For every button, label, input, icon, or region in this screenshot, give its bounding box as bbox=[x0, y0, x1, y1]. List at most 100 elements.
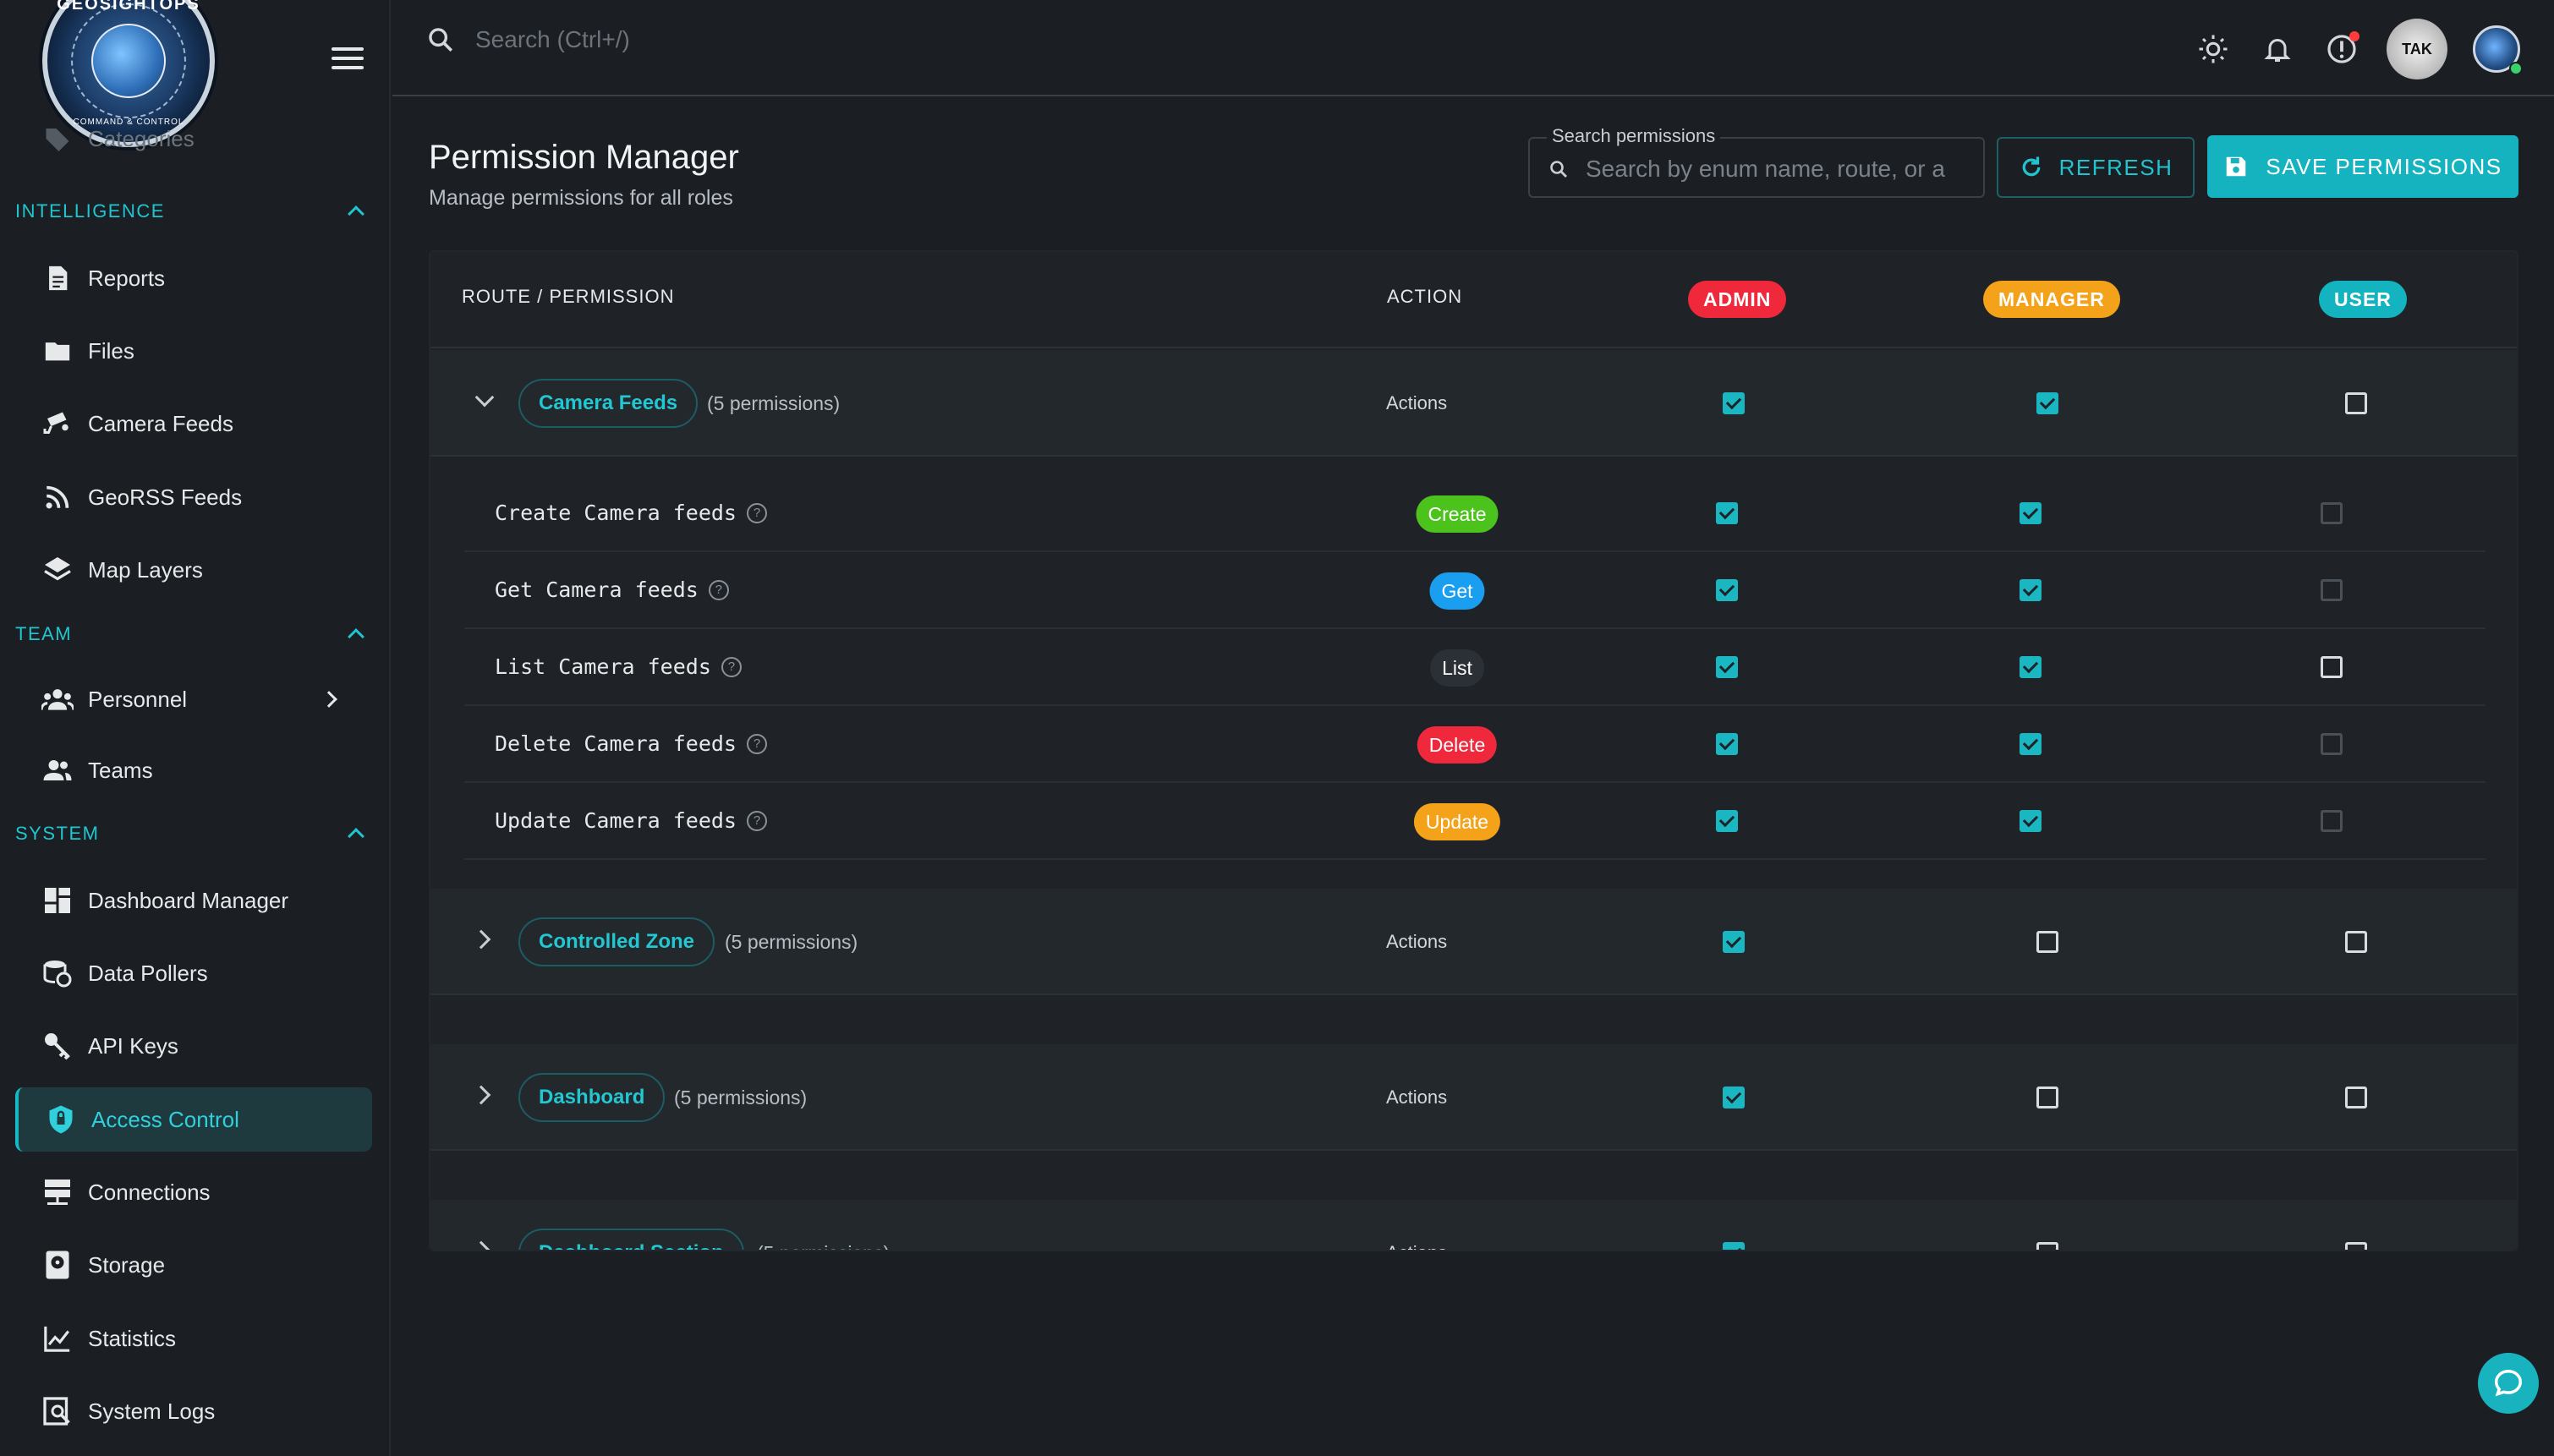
group-checkbox-manager[interactable] bbox=[2036, 392, 2058, 414]
help-icon[interactable]: ? bbox=[746, 502, 767, 523]
save-permissions-button[interactable]: SAVE PERMISSIONS bbox=[2207, 135, 2518, 198]
sidebar-item-label: API Keys bbox=[88, 1032, 178, 1059]
notifications-bell-icon[interactable] bbox=[2258, 30, 2297, 68]
permission-checkbox-user[interactable] bbox=[2321, 656, 2343, 678]
group-checkbox-user[interactable] bbox=[2345, 1087, 2367, 1108]
permission-checkbox-admin[interactable] bbox=[1716, 733, 1738, 755]
permission-checkbox-manager[interactable] bbox=[2020, 502, 2042, 524]
permission-checkbox-user[interactable] bbox=[2321, 733, 2343, 755]
sidebar-item-camera-feeds[interactable]: Camera Feeds bbox=[15, 391, 372, 456]
permission-search-field[interactable]: Search permissions Search by enum name, … bbox=[1528, 125, 1985, 198]
permission-checkbox-user[interactable] bbox=[2321, 810, 2343, 832]
chat-support-button[interactable] bbox=[2478, 1353, 2539, 1414]
top-actions: TAK bbox=[2194, 17, 2523, 81]
permission-name-text: Delete Camera feeds bbox=[495, 731, 737, 756]
refresh-icon bbox=[2022, 156, 2040, 177]
tak-label: TAK bbox=[2402, 40, 2432, 57]
sidebar-item-access-control[interactable]: Access Control bbox=[15, 1087, 372, 1152]
chevron-up-icon bbox=[348, 828, 364, 845]
sidebar-item-categories[interactable]: Categories bbox=[15, 117, 372, 161]
group-checkbox-admin[interactable] bbox=[1723, 392, 1745, 414]
save-label: SAVE PERMISSIONS bbox=[2266, 153, 2502, 179]
user-avatar[interactable] bbox=[2473, 25, 2523, 75]
permission-checkbox-user[interactable] bbox=[2321, 502, 2343, 524]
sidebar-item-map-layers[interactable]: Map Layers bbox=[15, 538, 372, 602]
refresh-button[interactable]: REFRESH bbox=[1997, 137, 2195, 198]
sidebar-item-label: Map Layers bbox=[88, 556, 203, 583]
sidebar-item-statistics[interactable]: Statistics bbox=[15, 1306, 372, 1371]
group-checkbox-user[interactable] bbox=[2345, 931, 2367, 953]
search-icon bbox=[1550, 161, 1567, 178]
sidebar-item-personnel[interactable]: Personnel bbox=[15, 667, 372, 731]
section-intelligence[interactable]: INTELLIGENCE bbox=[15, 194, 372, 228]
chevron-right-icon[interactable] bbox=[471, 1240, 491, 1250]
sidebar-item-georss-feeds[interactable]: GeoRSS Feeds bbox=[15, 465, 372, 529]
group-checkbox-manager[interactable] bbox=[2036, 931, 2058, 953]
permission-checkbox-admin[interactable] bbox=[1716, 502, 1738, 524]
group-chip[interactable]: Camera Feeds bbox=[518, 379, 699, 428]
group-chip[interactable]: Controlled Zone bbox=[518, 917, 715, 966]
chevron-down-icon[interactable] bbox=[474, 387, 495, 408]
group-count: (5 permissions) bbox=[707, 392, 841, 414]
permission-name: Get Camera feeds? bbox=[495, 577, 729, 602]
group-checkbox-admin[interactable] bbox=[1723, 1242, 1745, 1250]
help-icon[interactable]: ? bbox=[746, 733, 767, 754]
section-team[interactable]: TEAM bbox=[15, 617, 372, 651]
menu-toggle-icon[interactable] bbox=[332, 47, 364, 73]
sidebar: GEOSIGHTOPS COMMAND & CONTROL Categories… bbox=[0, 0, 391, 1456]
sidebar-item-teams[interactable]: Teams bbox=[15, 738, 372, 802]
help-icon[interactable]: ? bbox=[708, 579, 729, 600]
action-badge-get: Get bbox=[1429, 572, 1485, 610]
permission-name: List Camera feeds? bbox=[495, 654, 742, 679]
group-chip[interactable]: Dashboard Section bbox=[518, 1229, 744, 1250]
group-checkbox-user[interactable] bbox=[2345, 1242, 2367, 1250]
permission-search-input[interactable]: Search by enum name, route, or a bbox=[1548, 156, 1945, 183]
global-search[interactable]: Search (Ctrl+/) bbox=[426, 25, 630, 54]
cctv-icon bbox=[41, 407, 74, 441]
section-title: INTELLIGENCE bbox=[15, 200, 165, 222]
permission-name-text: Create Camera feeds bbox=[495, 501, 737, 525]
section-system[interactable]: SYSTEM bbox=[15, 817, 372, 851]
chevron-right-icon[interactable] bbox=[471, 1085, 491, 1105]
group-checkbox-admin[interactable] bbox=[1723, 1087, 1745, 1108]
action-badge-delete: Delete bbox=[1417, 726, 1498, 764]
group-count: (5 permissions) bbox=[725, 931, 858, 953]
column-header-action: ACTION bbox=[1387, 286, 1463, 307]
group-row-camera-feeds[interactable]: Camera Feeds (5 permissions) Actions bbox=[430, 350, 2517, 457]
logo-text-top: GEOSIGHTOPS bbox=[57, 0, 200, 14]
help-icon[interactable]: ? bbox=[721, 656, 742, 677]
sidebar-item-storage[interactable]: Storage bbox=[15, 1233, 372, 1297]
group-checkbox-admin[interactable] bbox=[1723, 931, 1745, 953]
permission-checkbox-manager[interactable] bbox=[2020, 810, 2042, 832]
sidebar-item-connections[interactable]: Connections bbox=[15, 1160, 372, 1224]
group-checkbox-manager[interactable] bbox=[2036, 1087, 2058, 1108]
chevron-right-icon[interactable] bbox=[471, 929, 491, 950]
group-row-dashboard[interactable]: Dashboard (5 permissions) Actions bbox=[430, 1044, 2517, 1151]
group-actions-label: Actions bbox=[1386, 1242, 1447, 1250]
group-checkbox-manager[interactable] bbox=[2036, 1242, 2058, 1250]
help-icon[interactable]: ? bbox=[746, 810, 767, 831]
sidebar-item-api-keys[interactable]: API Keys bbox=[15, 1014, 372, 1078]
permission-checkbox-admin[interactable] bbox=[1716, 579, 1738, 601]
sidebar-item-reports[interactable]: Reports bbox=[15, 246, 372, 310]
group-checkbox-user[interactable] bbox=[2345, 392, 2367, 414]
tak-status-icon[interactable]: TAK bbox=[2387, 19, 2447, 79]
group-row-dashboard-section[interactable]: Dashboard Section (5 permissions) Action… bbox=[430, 1200, 2517, 1250]
sidebar-item-files[interactable]: Files bbox=[15, 319, 372, 383]
permission-checkbox-user[interactable] bbox=[2321, 579, 2343, 601]
permission-checkbox-admin[interactable] bbox=[1716, 656, 1738, 678]
group-chip[interactable]: Dashboard bbox=[518, 1073, 666, 1122]
permission-checkbox-manager[interactable] bbox=[2020, 733, 2042, 755]
permission-checkbox-admin[interactable] bbox=[1716, 810, 1738, 832]
permission-checkbox-manager[interactable] bbox=[2020, 656, 2042, 678]
alert-icon[interactable] bbox=[2322, 30, 2361, 68]
server-icon bbox=[41, 1175, 74, 1209]
group-row-controlled-zone[interactable]: Controlled Zone (5 permissions) Actions bbox=[430, 889, 2517, 995]
global-search-placeholder: Search (Ctrl+/) bbox=[475, 26, 630, 52]
permission-checkbox-manager[interactable] bbox=[2020, 579, 2042, 601]
sidebar-item-dashboard-manager[interactable]: Dashboard Manager bbox=[15, 868, 372, 933]
chevron-up-icon bbox=[348, 205, 364, 222]
sidebar-item-data-pollers[interactable]: Data Pollers bbox=[15, 941, 372, 1005]
sidebar-item-system-logs[interactable]: System Logs bbox=[15, 1379, 372, 1443]
theme-toggle-icon[interactable] bbox=[2194, 30, 2233, 68]
